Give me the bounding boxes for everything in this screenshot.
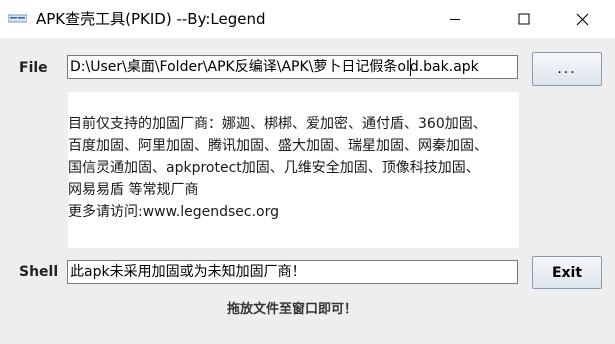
maximize-button[interactable]	[501, 0, 547, 38]
browse-button[interactable]: ...	[532, 52, 602, 86]
exit-button[interactable]: Exit	[532, 256, 602, 289]
close-button[interactable]	[559, 0, 605, 38]
app-icon	[8, 14, 27, 23]
title-bar: APK查壳工具(PKID) --By:Legend	[0, 0, 615, 38]
minimize-button[interactable]	[432, 0, 478, 38]
text-caret	[410, 58, 411, 76]
file-path-field[interactable]: D:\User\桌面\Folder\APK反编译\APK\萝卜日记假条old.b…	[67, 55, 518, 79]
info-line: 百度加固、阿里加固、腾讯加固、盛大加固、瑞星加固、网秦加固、	[68, 138, 488, 154]
close-icon	[576, 13, 588, 25]
shell-result-field[interactable]: 此apk未采用加固或为未知加固厂商！	[67, 260, 518, 284]
minimize-icon	[450, 19, 460, 20]
shell-label: Shell	[19, 264, 59, 280]
info-panel: 目前仅支持的加固厂商：娜迦、梆梆、爱加密、通付盾、360加固、 百度加固、阿里加…	[68, 92, 519, 248]
file-label: File	[19, 60, 48, 76]
info-line: 目前仅支持的加固厂商：娜迦、梆梆、爱加密、通付盾、360加固、	[68, 116, 487, 132]
drop-hint: 拖放文件至窗口即可！	[226, 302, 357, 317]
maximize-icon	[518, 13, 530, 25]
info-line: 网易易盾 等常规厂商	[68, 182, 199, 198]
info-line: 国信灵通加固、apkprotect加固、几维安全加固、顶像科技加固、	[68, 160, 480, 176]
website-line: 更多请访问:www.legendsec.org	[68, 204, 280, 220]
window-title: APK查壳工具(PKID) --By:Legend	[36, 10, 266, 28]
file-path-value: D:\User\桌面\Folder\APK反编译\APK\萝卜日记假条old.b…	[70, 59, 479, 75]
